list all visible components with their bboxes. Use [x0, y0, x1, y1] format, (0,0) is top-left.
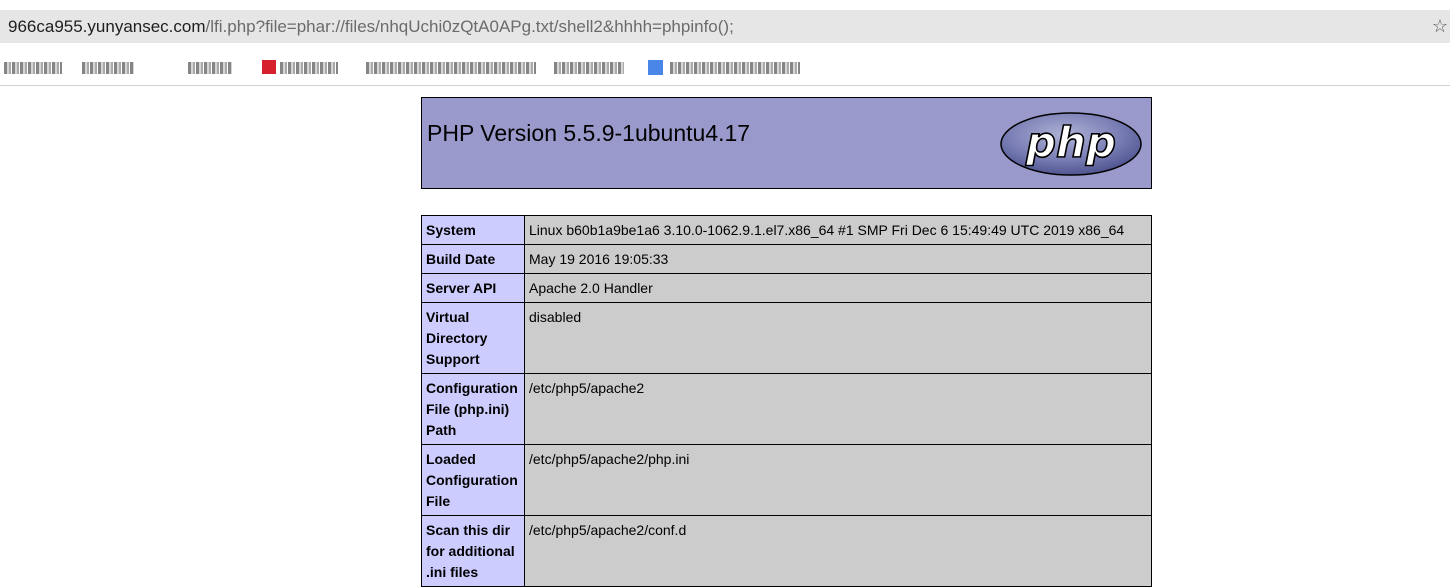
table-row: Scan this dir for additional .ini files …	[421, 515, 1152, 587]
row-value: Linux b60b1a9be1a6 3.10.0-1062.9.1.el7.x…	[524, 215, 1152, 245]
phpinfo-header: PHP Version 5.5.9-1ubuntu4.17 php	[421, 97, 1152, 189]
row-value: May 19 2016 19:05:33	[524, 244, 1152, 274]
bookmarks-bar	[0, 50, 1450, 86]
row-value: /etc/php5/apache2	[524, 373, 1152, 445]
url-host: 966ca955.yunyansec.com	[8, 17, 206, 36]
table-row: Configuration File (php.ini) Path /etc/p…	[421, 373, 1152, 445]
row-key: Server API	[421, 273, 525, 303]
row-key: Virtual Directory Support	[421, 302, 525, 374]
row-value: /etc/php5/apache2/conf.d	[524, 515, 1152, 587]
bookmark-item[interactable]	[188, 62, 232, 74]
bookmark-item[interactable]	[366, 62, 536, 74]
row-key: Configuration File (php.ini) Path	[421, 373, 525, 445]
blue-bookmark-icon[interactable]	[648, 60, 663, 75]
row-value: disabled	[524, 302, 1152, 374]
red-bookmark-icon[interactable]	[262, 60, 276, 74]
address-bar[interactable]: 966ca955.yunyansec.com/lfi.php?file=phar…	[0, 10, 1450, 43]
url-path: /lfi.php?file=phar://files/nhqUchi0zQtA0…	[205, 17, 734, 36]
table-row: Virtual Directory Support disabled	[421, 302, 1152, 374]
row-key: Build Date	[421, 244, 525, 274]
table-row: Loaded Configuration File /etc/php5/apac…	[421, 444, 1152, 516]
row-key: Scan this dir for additional .ini files	[421, 515, 525, 587]
phpinfo-table: System Linux b60b1a9be1a6 3.10.0-1062.9.…	[421, 215, 1152, 587]
php-logo: php	[1000, 112, 1142, 176]
bookmark-item[interactable]	[4, 62, 62, 74]
php-version-title: PHP Version 5.5.9-1ubuntu4.17	[427, 120, 751, 146]
bookmark-item[interactable]	[280, 62, 338, 74]
row-value: Apache 2.0 Handler	[524, 273, 1152, 303]
table-row: System Linux b60b1a9be1a6 3.10.0-1062.9.…	[421, 215, 1152, 245]
bookmark-item[interactable]	[670, 62, 800, 74]
row-key: System	[421, 215, 525, 245]
table-row: Server API Apache 2.0 Handler	[421, 273, 1152, 303]
row-value: /etc/php5/apache2/php.ini	[524, 444, 1152, 516]
table-row: Build Date May 19 2016 19:05:33	[421, 244, 1152, 274]
bookmark-star-icon[interactable]: ☆	[1432, 15, 1448, 37]
php-logo-text: php	[1025, 118, 1116, 167]
row-key: Loaded Configuration File	[421, 444, 525, 516]
bookmark-item[interactable]	[554, 62, 624, 74]
bookmark-item[interactable]	[82, 62, 134, 74]
url-text[interactable]: 966ca955.yunyansec.com/lfi.php?file=phar…	[8, 16, 734, 38]
